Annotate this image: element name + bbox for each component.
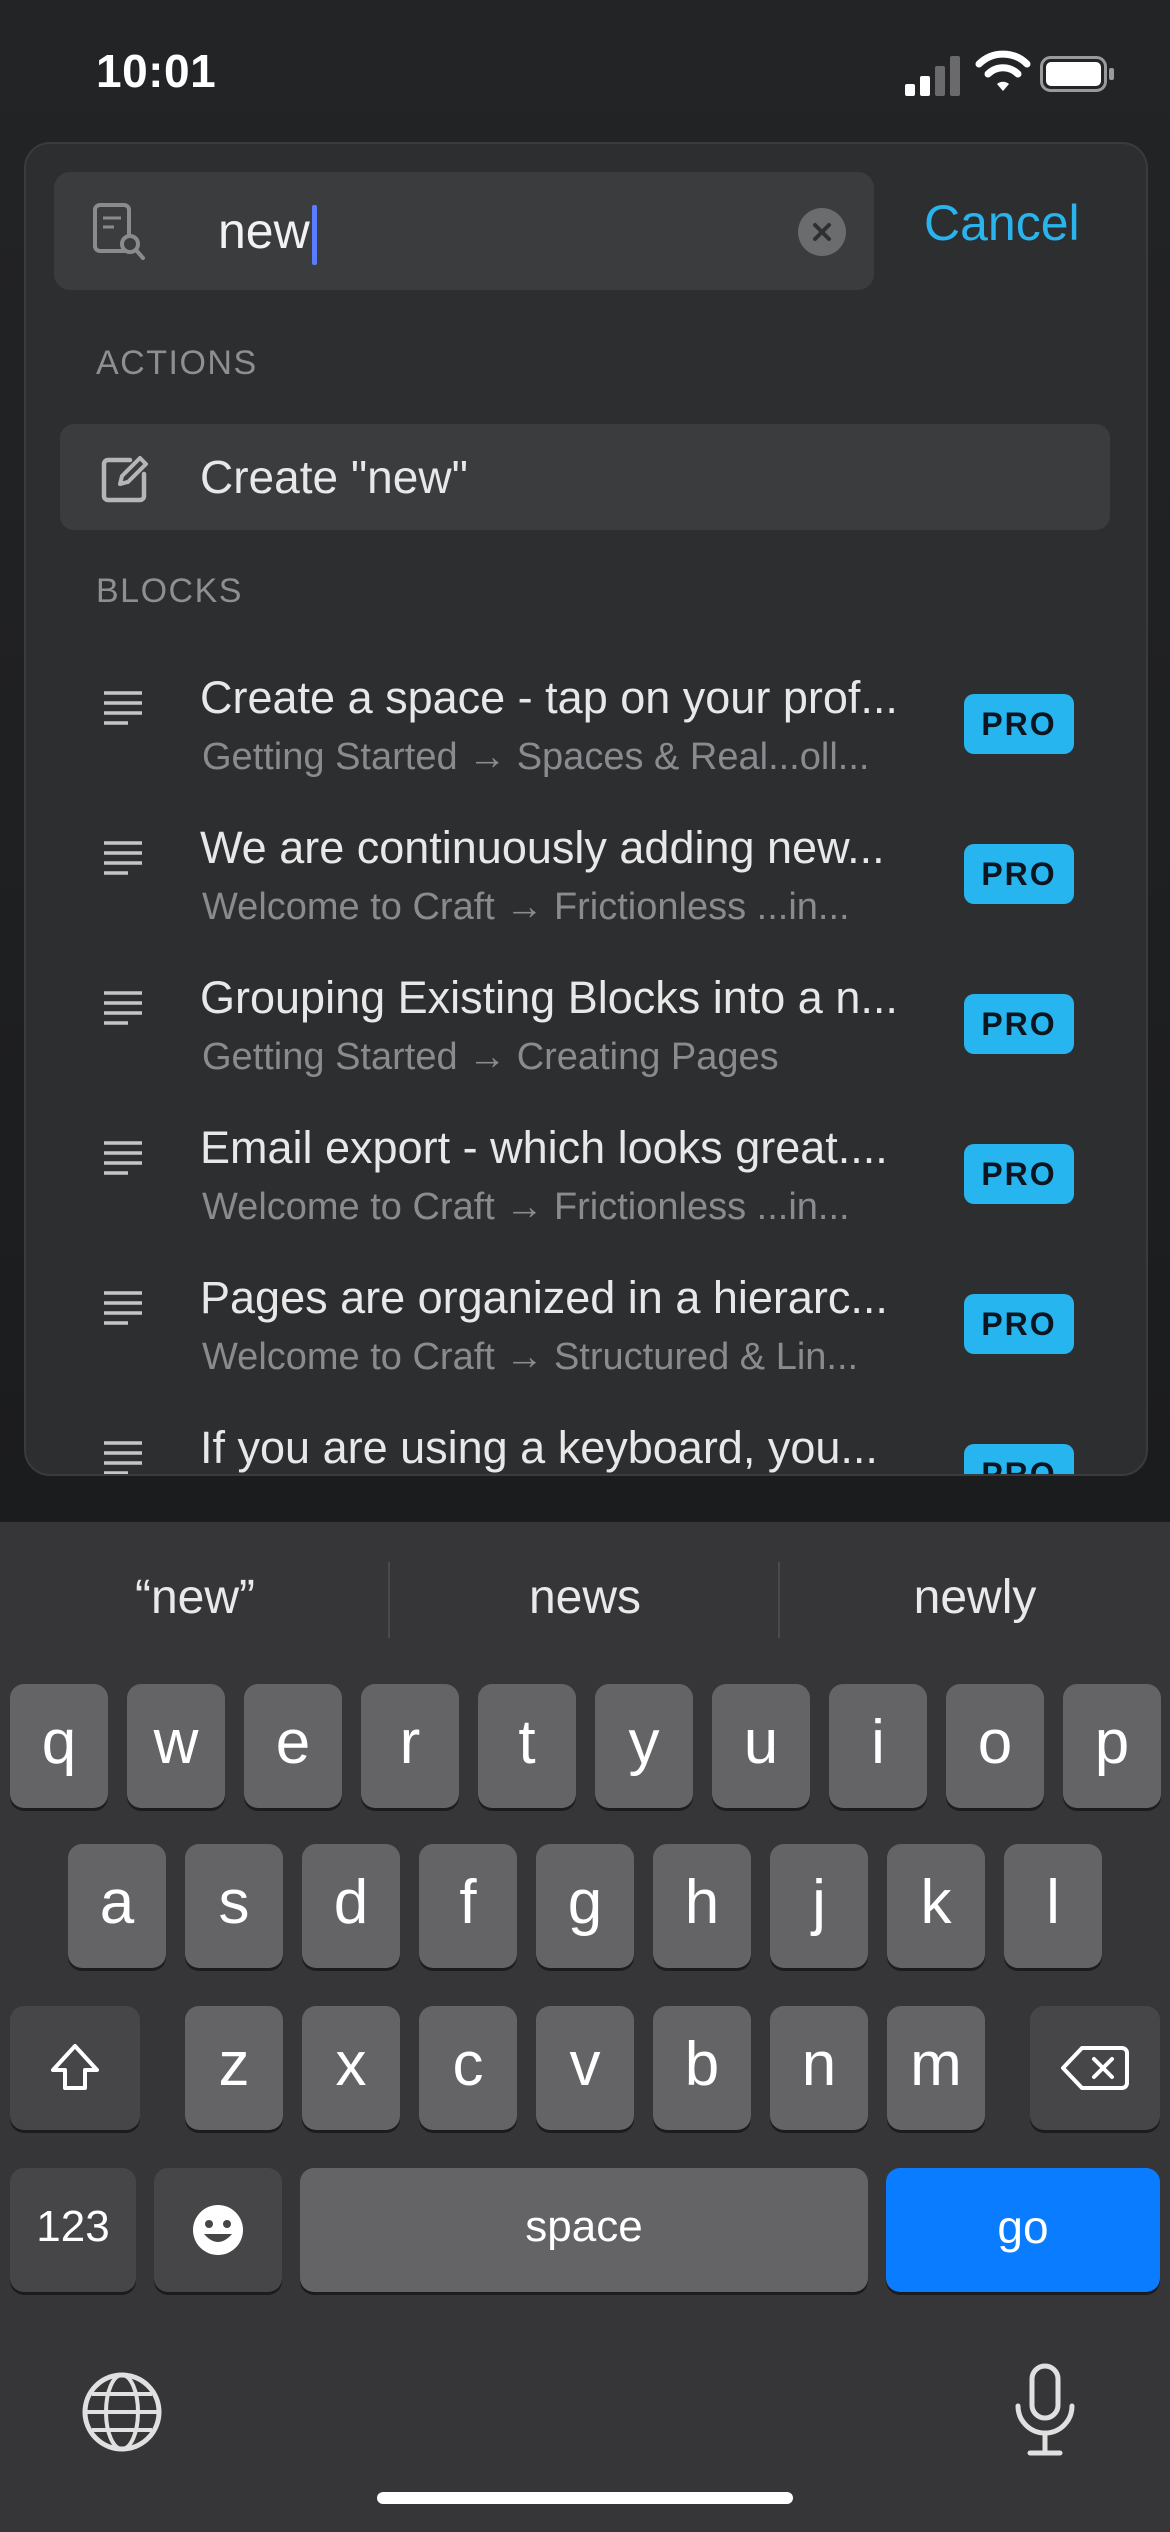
text-lines-icon — [104, 1441, 142, 1474]
key-d[interactable]: d — [302, 1844, 400, 1968]
pro-badge: PRO — [964, 694, 1074, 754]
suggestion-item[interactable]: newly — [780, 1570, 1170, 1625]
blocks-section-title: BLOCKS — [96, 572, 243, 610]
key-u[interactable]: u — [712, 1684, 810, 1808]
pro-badge: PRO — [964, 1294, 1074, 1354]
shift-key[interactable] — [10, 2006, 140, 2130]
create-action-label: Create "new" — [200, 451, 468, 503]
home-indicator[interactable] — [377, 2492, 793, 2504]
text-lines-icon — [104, 691, 142, 725]
result-path: Welcome to Craft → Frictionless ...in... — [202, 1186, 850, 1228]
result-path: Getting Started → Creating Pages — [202, 1036, 779, 1078]
globe-icon[interactable] — [80, 2370, 164, 2454]
status-bar: 10:01 — [0, 0, 1170, 140]
actions-section-title: ACTIONS — [96, 344, 258, 382]
key-l[interactable]: l — [1004, 1844, 1102, 1968]
key-p[interactable]: p — [1063, 1684, 1161, 1808]
result-title: We are continuously adding new... — [200, 822, 885, 873]
backspace-icon — [1061, 2046, 1129, 2090]
status-time: 10:01 — [96, 45, 217, 97]
key-f[interactable]: f — [419, 1844, 517, 1968]
key-s[interactable]: s — [185, 1844, 283, 1968]
result-title: Grouping Existing Blocks into a n... — [200, 972, 898, 1023]
pro-badge: PRO — [964, 844, 1074, 904]
key-g[interactable]: g — [536, 1844, 634, 1968]
numbers-key[interactable]: 123 — [10, 2168, 136, 2292]
wifi-icon — [975, 50, 1031, 91]
result-path: Welcome to Craft → Frictionless ...in... — [202, 886, 850, 928]
cancel-button[interactable]: Cancel — [924, 194, 1080, 252]
emoji-icon — [193, 2205, 243, 2255]
document-search-icon — [93, 203, 145, 260]
search-query-text: new — [218, 203, 310, 259]
text-caret — [311, 204, 317, 265]
cellular-signal-icon — [905, 56, 960, 96]
go-key[interactable]: go — [886, 2168, 1160, 2292]
edit-icon — [101, 456, 148, 503]
key-w[interactable]: w — [127, 1684, 225, 1808]
space-key[interactable]: space — [300, 2168, 868, 2292]
list-item[interactable]: Create a space - tap on your prof... Get… — [26, 672, 1146, 822]
list-item[interactable]: If you are using a keyboard, you... PRO — [26, 1422, 1146, 1474]
text-lines-icon — [104, 991, 142, 1025]
key-y[interactable]: y — [595, 1684, 693, 1808]
backspace-key[interactable] — [1030, 2006, 1160, 2130]
key-c[interactable]: c — [419, 2006, 517, 2130]
key-k[interactable]: k — [887, 1844, 985, 1968]
pro-badge: PRO — [964, 994, 1074, 1054]
search-input[interactable]: new — [218, 200, 317, 265]
suggestion-item[interactable]: “new” — [0, 1570, 390, 1625]
key-q[interactable]: q — [10, 1684, 108, 1808]
key-r[interactable]: r — [361, 1684, 459, 1808]
clear-x-glyph — [813, 223, 831, 241]
suggestion-item[interactable]: news — [390, 1570, 780, 1625]
key-m[interactable]: m — [887, 2006, 985, 2130]
key-v[interactable]: v — [536, 2006, 634, 2130]
clear-icon[interactable] — [798, 208, 846, 256]
list-item[interactable]: We are continuously adding new... Welcom… — [26, 822, 1146, 972]
key-x[interactable]: x — [302, 2006, 400, 2130]
microphone-icon[interactable] — [1010, 2362, 1080, 2458]
text-lines-icon — [104, 841, 142, 875]
key-j[interactable]: j — [770, 1844, 868, 1968]
list-item[interactable]: Email export - which looks great.... Wel… — [26, 1122, 1146, 1272]
key-a[interactable]: a — [68, 1844, 166, 1968]
search-field[interactable]: new — [54, 172, 874, 290]
pro-badge: PRO — [964, 1444, 1074, 1474]
result-title: Email export - which looks great.... — [200, 1122, 888, 1173]
key-h[interactable]: h — [653, 1844, 751, 1968]
list-item[interactable]: Pages are organized in a hierarc... Welc… — [26, 1272, 1146, 1422]
result-title: Create a space - tap on your prof... — [200, 672, 898, 723]
key-n[interactable]: n — [770, 2006, 868, 2130]
key-o[interactable]: o — [946, 1684, 1044, 1808]
result-title: Pages are organized in a hierarc... — [200, 1272, 888, 1323]
shift-icon — [51, 2044, 99, 2090]
text-lines-icon — [104, 1291, 142, 1325]
list-item[interactable]: Grouping Existing Blocks into a n... Get… — [26, 972, 1146, 1122]
create-action-row[interactable]: Create "new" — [60, 424, 1110, 530]
text-lines-icon — [104, 1141, 142, 1175]
key-b[interactable]: b — [653, 2006, 751, 2130]
battery-icon — [1040, 56, 1114, 92]
emoji-key[interactable] — [154, 2168, 282, 2292]
result-title: If you are using a keyboard, you... — [200, 1422, 878, 1473]
key-t[interactable]: t — [478, 1684, 576, 1808]
result-path: Getting Started → Spaces & Real...oll... — [202, 736, 870, 778]
search-panel: new Cancel ACTIONS Create "new" BLOCKS C… — [24, 142, 1148, 1476]
key-i[interactable]: i — [829, 1684, 927, 1808]
result-path: Welcome to Craft → Structured & Lin... — [202, 1336, 859, 1378]
key-z[interactable]: z — [185, 2006, 283, 2130]
pro-badge: PRO — [964, 1144, 1074, 1204]
keyboard: “new” news newly q w e r t y u i o p a s… — [0, 1522, 1170, 2532]
key-e[interactable]: e — [244, 1684, 342, 1808]
